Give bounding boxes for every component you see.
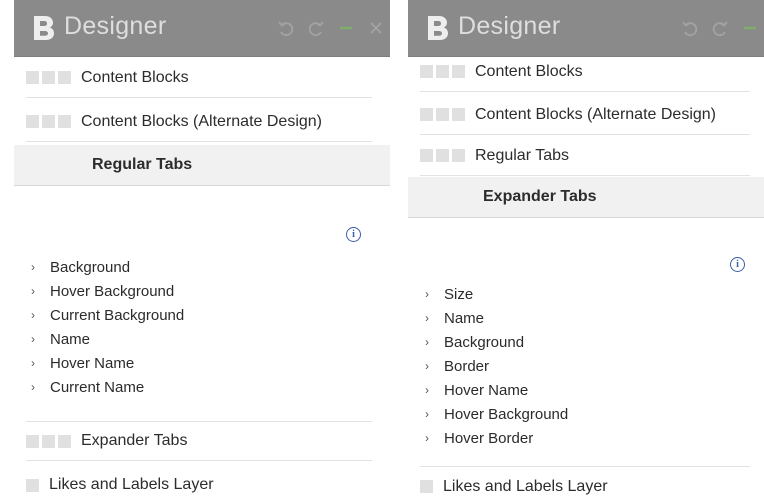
menu-item-likes-labels-layer[interactable]: Likes and Labels Layer [420, 466, 750, 502]
property-item[interactable]: › Hover Background [425, 402, 568, 426]
menu-item-expander-tabs[interactable]: Expander Tabs [408, 177, 764, 218]
property-item[interactable]: › Background [425, 330, 568, 354]
menu-item-content-blocks[interactable]: Content Blocks [420, 52, 750, 92]
menu-item-content-blocks[interactable]: Content Blocks [26, 58, 372, 98]
menu-item-label: Content Blocks (Alternate Design) [81, 112, 322, 130]
property-label: Border [444, 357, 490, 375]
left-designer-panel: Designer Content Blocks Content Blocks (… [0, 0, 400, 502]
menu-item-regular-tabs[interactable]: Regular Tabs [14, 145, 390, 186]
close-icon[interactable] [366, 18, 386, 38]
property-item[interactable]: › Size [425, 282, 568, 306]
chevron-right-icon: › [31, 356, 35, 370]
menu-item-content-blocks-alternate[interactable]: Content Blocks (Alternate Design) [420, 95, 750, 135]
chevron-right-icon: › [425, 383, 429, 397]
menu-item-label: Expander Tabs [483, 188, 597, 205]
info-icon[interactable]: i [346, 227, 361, 242]
chevron-right-icon: › [425, 431, 429, 445]
property-item[interactable]: › Name [425, 306, 568, 330]
menu-item-label: Content Blocks [475, 62, 583, 80]
property-label: Current Background [50, 306, 185, 324]
property-item[interactable]: › Hover Border [425, 426, 568, 450]
menu-item-content-blocks-alternate[interactable]: Content Blocks (Alternate Design) [26, 102, 372, 142]
property-list: › Background › Hover Background › Current Bac… [31, 255, 184, 399]
property-label: Size [444, 285, 474, 303]
redo-icon[interactable] [710, 18, 730, 38]
menu-item-regular-tabs[interactable]: Regular Tabs [420, 136, 750, 176]
minimize-icon[interactable] [740, 18, 760, 38]
chevron-right-icon: › [31, 284, 35, 298]
titlebar: Designer [14, 0, 390, 57]
property-label: Background [444, 333, 525, 351]
property-label: Name [50, 330, 91, 348]
property-label: Background [50, 258, 131, 276]
minimize-icon[interactable] [336, 18, 356, 38]
menu-item-expander-tabs[interactable]: Expander Tabs [26, 421, 372, 461]
property-label: Hover Name [444, 381, 529, 399]
menu-item-label: Content Blocks (Alternate Design) [475, 105, 716, 123]
property-item[interactable]: › Hover Background [31, 279, 184, 303]
chevron-right-icon: › [425, 335, 429, 349]
property-item[interactable]: › Hover Name [425, 378, 568, 402]
menu-item-label: Content Blocks [81, 68, 189, 86]
info-icon[interactable]: i [730, 257, 745, 272]
property-label: Current Name [50, 378, 145, 396]
chevron-right-icon: › [425, 287, 429, 301]
menu-item-label: Expander Tabs [81, 432, 188, 449]
property-item[interactable]: › Current Name [31, 375, 184, 399]
chevron-right-icon: › [31, 260, 35, 274]
chevron-right-icon: › [31, 380, 35, 394]
chevron-right-icon: › [31, 332, 35, 346]
property-item[interactable]: › Border [425, 354, 568, 378]
right-designer-panel: Designer Content Blocks Content Blocks (… [408, 0, 764, 502]
menu-item-label: Regular Tabs [475, 146, 569, 164]
property-label: Hover Border [444, 429, 534, 447]
chevron-right-icon: › [425, 359, 429, 373]
property-item[interactable]: › Background [31, 255, 184, 279]
app-title: Designer [458, 12, 561, 40]
undo-icon[interactable] [680, 18, 700, 38]
property-label: Hover Background [444, 405, 569, 423]
b-logo-icon [28, 13, 58, 43]
app-title: Designer [64, 12, 167, 40]
property-label: Hover Background [50, 282, 175, 300]
chevron-right-icon: › [31, 308, 35, 322]
menu-item-label: Regular Tabs [92, 156, 193, 173]
property-label: Name [444, 309, 485, 327]
property-label: Hover Name [50, 354, 135, 372]
chevron-right-icon: › [425, 311, 429, 325]
property-item[interactable]: › Hover Name [31, 351, 184, 375]
property-item[interactable]: › Name [31, 327, 184, 351]
menu-item-label: Likes and Labels Layer [443, 477, 608, 495]
property-list: › Size › Name › Background › Border › Hover Name ›… [425, 282, 568, 450]
menu-item-label: Likes and Labels Layer [49, 476, 214, 493]
redo-icon[interactable] [306, 18, 326, 38]
titlebar: Designer [408, 0, 764, 57]
undo-icon[interactable] [276, 18, 296, 38]
chevron-right-icon: › [425, 407, 429, 421]
b-logo-icon [422, 13, 452, 43]
menu-item-likes-labels-layer[interactable]: Likes and Labels Layer [26, 465, 372, 502]
property-item[interactable]: › Current Background [31, 303, 184, 327]
